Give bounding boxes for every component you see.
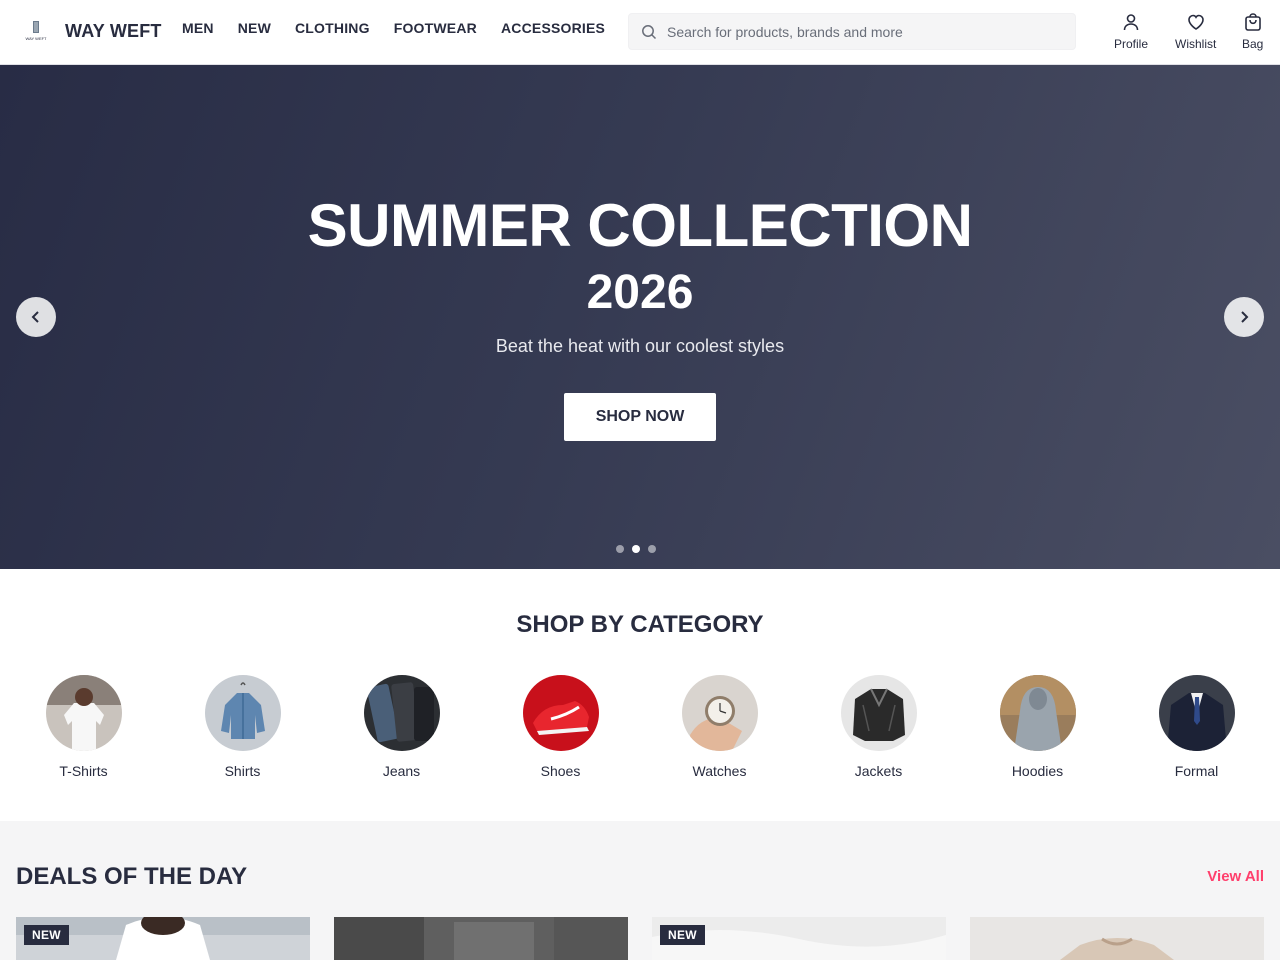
search-icon [642, 25, 657, 40]
category-label: Jeans [382, 763, 421, 779]
category-image [45, 675, 122, 751]
carousel-next-button[interactable] [1224, 297, 1264, 337]
category-image [681, 675, 758, 751]
brand-name[interactable]: WAY WEFT [65, 21, 162, 42]
hero-year: 2026 [586, 266, 694, 319]
category-image [204, 675, 281, 751]
hero-title: SUMMER COLLECTION [307, 192, 973, 259]
carousel-prev-button[interactable] [16, 297, 56, 337]
main-nav: MEN NEW CLOTHING FOOTWEAR ACCESSORIES [182, 20, 629, 36]
search-input[interactable] [667, 14, 1067, 49]
chevron-right-icon [1241, 311, 1249, 323]
shop-now-button[interactable]: SHOP NOW [564, 393, 716, 441]
logo-text: WAY WEFT [25, 36, 47, 41]
bag-icon [1244, 13, 1261, 31]
nav-new[interactable]: NEW [238, 20, 271, 36]
new-badge: NEW [24, 925, 69, 945]
category-formal[interactable]: Formal [1117, 675, 1276, 779]
category-shirts[interactable]: Shirts [163, 675, 322, 779]
category-label: Hoodies [1011, 763, 1064, 779]
product-card[interactable] [334, 917, 628, 960]
chevron-left-icon [31, 311, 39, 323]
new-badge: NEW [660, 925, 705, 945]
search-bar [628, 13, 1076, 50]
category-image [1158, 675, 1235, 751]
profile-label: Profile [1114, 37, 1149, 51]
product-card[interactable] [970, 917, 1264, 960]
category-section-title: SHOP BY CATEGORY [516, 611, 764, 638]
bag-button[interactable]: Bag [1242, 12, 1263, 51]
product-card[interactable]: NEW [16, 917, 310, 960]
category-image [999, 675, 1076, 751]
brand-logo[interactable]: WAY WEFT [22, 20, 50, 42]
category-jackets[interactable]: Jackets [799, 675, 958, 779]
heart-icon [1187, 14, 1204, 30]
category-label: Jackets [854, 763, 903, 779]
product-image [970, 917, 1264, 960]
nav-accessories[interactable]: ACCESSORIES [501, 20, 605, 36]
carousel-dot-1[interactable] [616, 545, 624, 553]
deals-title: DEALS OF THE DAY [16, 863, 248, 890]
user-icon [1123, 14, 1139, 31]
carousel-dot-2[interactable] [632, 545, 640, 553]
product-image [334, 917, 628, 960]
category-hoodies[interactable]: Hoodies [958, 675, 1117, 779]
nav-footwear[interactable]: FOOTWEAR [394, 20, 477, 36]
category-label: Shoes [540, 763, 581, 779]
carousel-dot-3[interactable] [648, 545, 656, 553]
category-label: Watches [692, 763, 747, 779]
product-card[interactable]: NEW [652, 917, 946, 960]
site-header: WAY WEFT WAY WEFT MEN NEW CLOTHING FOOTW… [0, 0, 1280, 65]
nav-clothing[interactable]: CLOTHING [295, 20, 370, 36]
nav-men[interactable]: MEN [182, 20, 214, 36]
category-list: T-Shirts Shirts Jeans Shoes Watches Jack… [4, 675, 1276, 779]
wishlist-label: Wishlist [1175, 37, 1217, 51]
hero-subtitle: Beat the heat with our coolest styles [495, 336, 785, 356]
carousel-dots [616, 545, 664, 553]
view-all-link[interactable]: View All [1207, 868, 1264, 885]
deals-section: DEALS OF THE DAY View All NEW NEW [0, 821, 1280, 960]
category-shoes[interactable]: Shoes [481, 675, 640, 779]
profile-button[interactable]: Profile [1114, 12, 1148, 51]
category-image [840, 675, 917, 751]
category-jeans[interactable]: Jeans [322, 675, 481, 779]
category-watches[interactable]: Watches [640, 675, 799, 779]
wishlist-button[interactable]: Wishlist [1175, 12, 1216, 51]
category-label: T-Shirts [59, 763, 108, 779]
bag-label: Bag [1242, 37, 1264, 51]
category-image [363, 675, 440, 751]
category-image [522, 675, 599, 751]
category-label: Shirts [224, 763, 261, 779]
category-label: Formal [1174, 763, 1219, 779]
category-tshirts[interactable]: T-Shirts [4, 675, 163, 779]
hero-banner: SUMMER COLLECTION 2026 Beat the heat wit… [0, 65, 1280, 569]
